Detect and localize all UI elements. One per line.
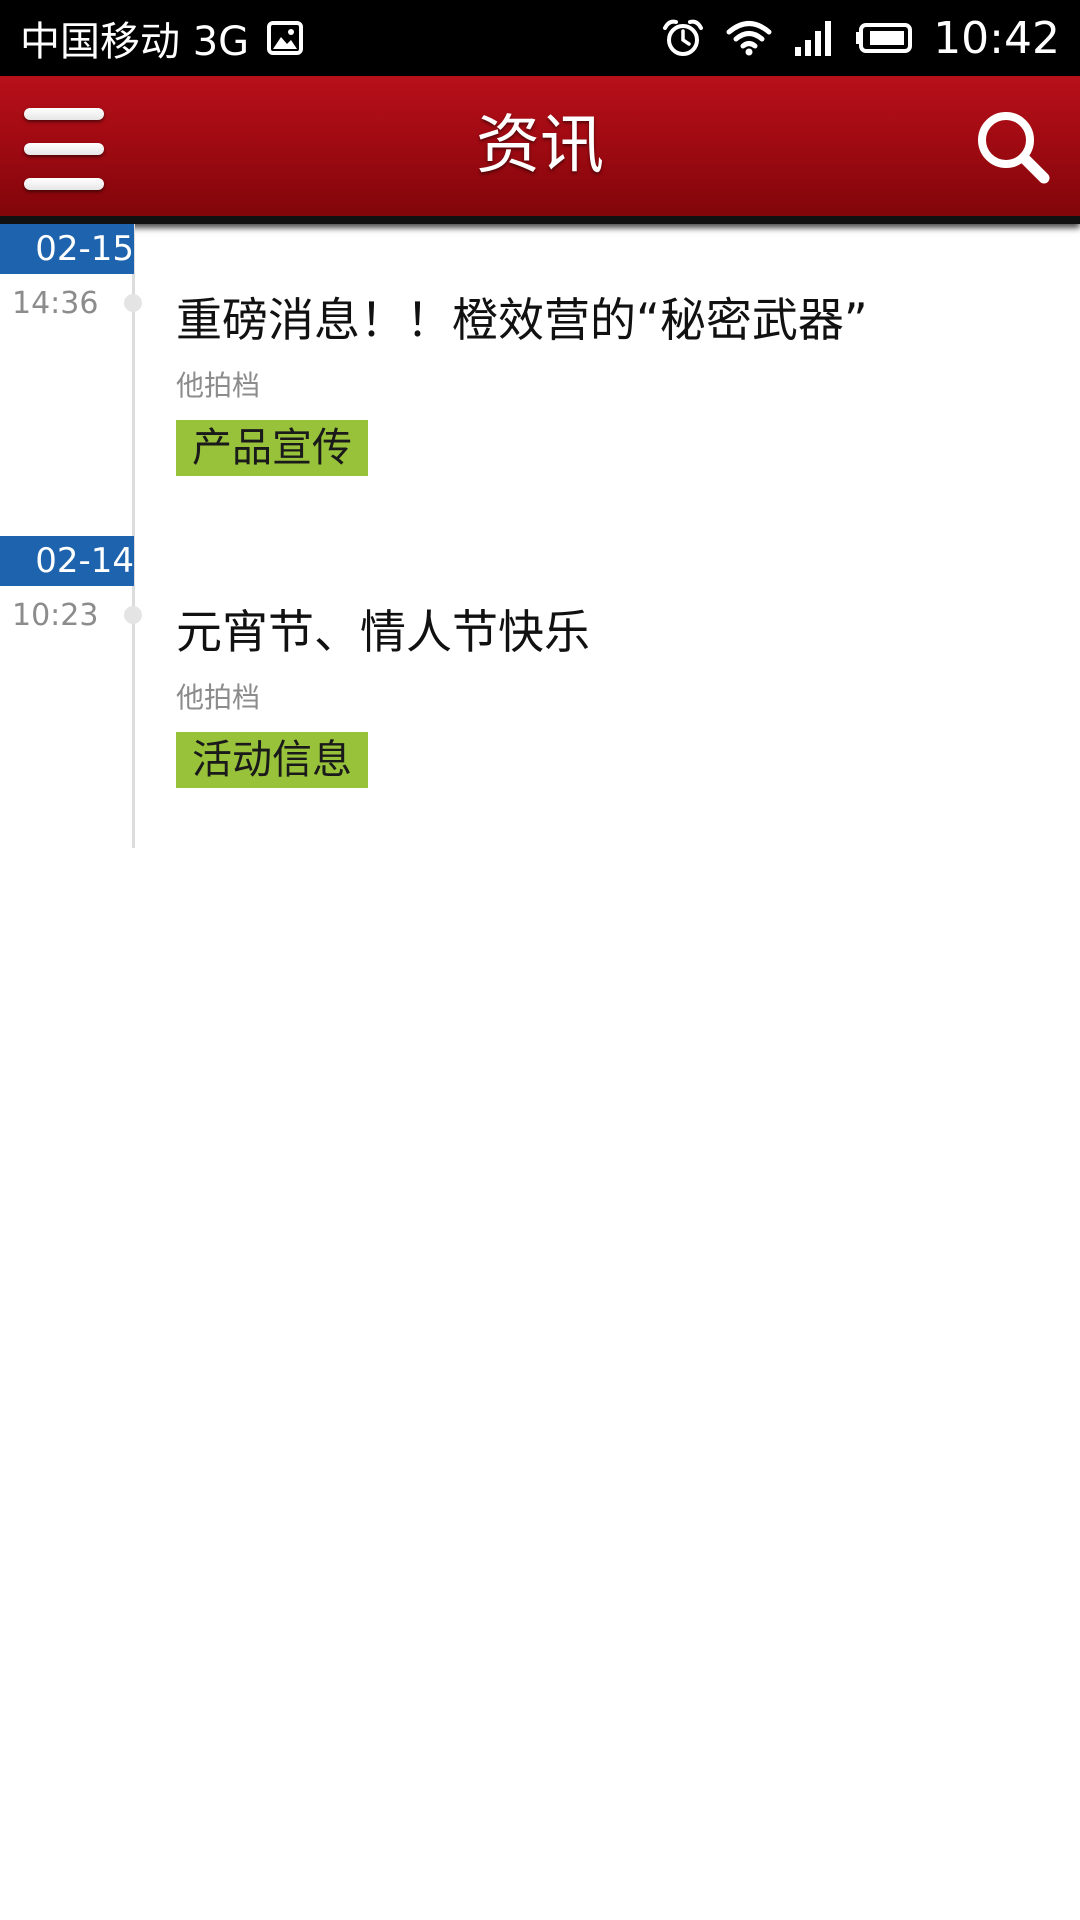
news-item[interactable]: 02-15 14:36 重磅消息！！橙效营的“秘密武器” 他拍档 产品宣传 <box>0 224 1080 536</box>
news-timeline: 02-15 14:36 重磅消息！！橙效营的“秘密武器” 他拍档 产品宣传 02… <box>0 224 1080 848</box>
menu-icon-bar <box>24 143 104 155</box>
category-tag[interactable]: 活动信息 <box>176 732 368 788</box>
news-title[interactable]: 重磅消息！！橙效营的“秘密武器” <box>176 284 868 350</box>
news-author: 他拍档 <box>176 369 261 402</box>
carrier-label: 中国移动 3G <box>20 19 250 65</box>
status-right: 10:42 <box>661 0 1060 76</box>
news-title[interactable]: 元宵节、情人节快乐 <box>176 596 590 662</box>
alarm-icon <box>661 18 705 58</box>
signal-icon <box>793 19 835 57</box>
battery-icon <box>855 22 913 54</box>
search-icon <box>978 112 1050 184</box>
clock-time: 10:42 <box>933 12 1060 64</box>
menu-button[interactable] <box>24 108 114 190</box>
time-label: 10:23 <box>12 598 99 633</box>
status-bar: 中国移动 3G 10:42 <box>0 0 1080 76</box>
news-author: 他拍档 <box>176 681 261 714</box>
app-bar: 资讯 <box>0 76 1080 224</box>
timeline-dot <box>124 606 142 624</box>
time-label: 14:36 <box>12 286 99 321</box>
status-left: 中国移动 3G <box>20 0 304 76</box>
news-item[interactable]: 02-14 10:23 元宵节、情人节快乐 他拍档 活动信息 <box>0 536 1080 848</box>
menu-icon <box>24 108 104 120</box>
timeline-dot <box>124 294 142 312</box>
page-title: 资讯 <box>476 109 604 183</box>
wifi-icon <box>725 19 773 57</box>
category-tag[interactable]: 产品宣传 <box>176 420 368 476</box>
menu-icon-bar <box>24 178 104 190</box>
search-button[interactable] <box>972 106 1056 190</box>
date-badge: 02-15 <box>0 224 134 274</box>
date-badge: 02-14 <box>0 536 134 586</box>
image-icon <box>267 21 304 55</box>
